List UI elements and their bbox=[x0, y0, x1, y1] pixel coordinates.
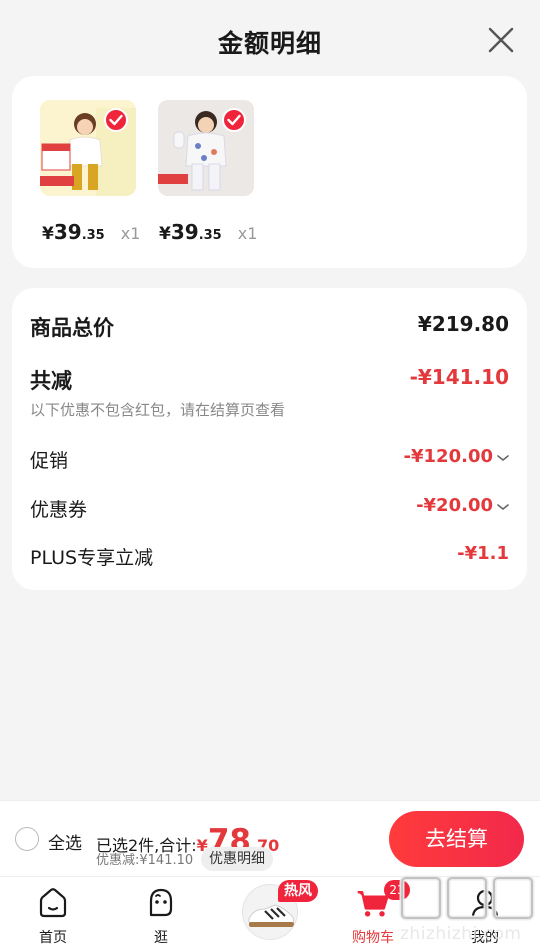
select-all-label[interactable]: 全选 bbox=[48, 829, 82, 854]
amount-detail-sheet: 金额明细 ¥39.35 x1 ¥39.35 x1 商品总价 ¥219.80 共减… bbox=[0, 0, 540, 800]
price-breakdown-card: 商品总价 ¥219.80 共减 -¥141.10 以下优惠不包含红包，请在结算页… bbox=[12, 288, 527, 590]
product-thumbnail bbox=[40, 100, 136, 196]
close-button[interactable] bbox=[488, 27, 514, 53]
select-all-radio[interactable] bbox=[15, 827, 39, 851]
promotion-value-wrap: -¥120.00 bbox=[404, 446, 509, 467]
tab-browse-label: 逛 bbox=[154, 930, 168, 946]
selected-check bbox=[104, 108, 128, 132]
chevron-down-icon bbox=[497, 454, 509, 461]
goods-total-value: ¥219.80 bbox=[417, 312, 509, 336]
tab-home[interactable]: 首页 bbox=[13, 877, 93, 951]
promotion-value: -¥120.00 bbox=[403, 446, 493, 467]
product-thumbnail bbox=[158, 100, 254, 196]
tab-home-label: 首页 bbox=[39, 930, 67, 946]
selected-check bbox=[222, 108, 246, 132]
product-item[interactable] bbox=[158, 100, 254, 196]
plus-discount-label: PLUS专享立减 bbox=[30, 547, 154, 569]
reduction-value: -¥141.10 bbox=[409, 365, 509, 389]
checkmark-icon bbox=[109, 114, 123, 126]
reduction-label: 共减 bbox=[30, 369, 72, 393]
checkmark-icon bbox=[227, 114, 241, 126]
coupon-label: 优惠券 bbox=[30, 499, 88, 521]
selected-products-card: ¥39.35 x1 ¥39.35 x1 bbox=[12, 76, 527, 268]
product-price-row: ¥39.35 x1 bbox=[42, 220, 172, 244]
product-price-row: ¥39.35 x1 bbox=[159, 220, 289, 244]
close-icon bbox=[488, 27, 514, 53]
reduction-note: 以下优惠不包含红包，请在结算页查看 bbox=[30, 401, 286, 419]
settlement-bar: 全选 已选2件,合计:¥78.70 优惠减:¥141.10 优惠明细 去结算 bbox=[0, 800, 540, 876]
coupon-value: -¥20.00 bbox=[416, 495, 493, 516]
product-item[interactable] bbox=[40, 100, 136, 196]
promotion-label: 促销 bbox=[30, 450, 69, 472]
hot-badge: 热风 bbox=[278, 880, 318, 902]
coupon-value-wrap: -¥20.00 bbox=[416, 495, 509, 516]
goods-total-label: 商品总价 bbox=[30, 316, 114, 340]
checkout-button[interactable]: 去结算 bbox=[389, 811, 524, 867]
watermark-text: zhizhizhi.com bbox=[400, 924, 522, 944]
home-icon bbox=[39, 888, 67, 918]
sheet-header: 金额明细 bbox=[0, 0, 540, 78]
sheet-title: 金额明细 bbox=[217, 29, 322, 58]
chevron-down-icon bbox=[497, 503, 509, 510]
cart-count-badge: 23 bbox=[384, 880, 410, 900]
discount-amount: 优惠减:¥141.10 bbox=[96, 853, 194, 868]
tab-browse[interactable]: 逛 bbox=[121, 877, 201, 951]
product-price: ¥39.35 bbox=[42, 220, 105, 244]
user-icon bbox=[471, 889, 499, 919]
product-price: ¥39.35 bbox=[159, 220, 222, 244]
product-qty: x1 bbox=[237, 224, 258, 243]
discount-detail-button[interactable]: 优惠明细 bbox=[201, 847, 273, 871]
plus-discount-value: -¥1.1 bbox=[457, 543, 509, 564]
browse-face-icon bbox=[149, 888, 173, 917]
product-qty: x1 bbox=[120, 224, 141, 243]
